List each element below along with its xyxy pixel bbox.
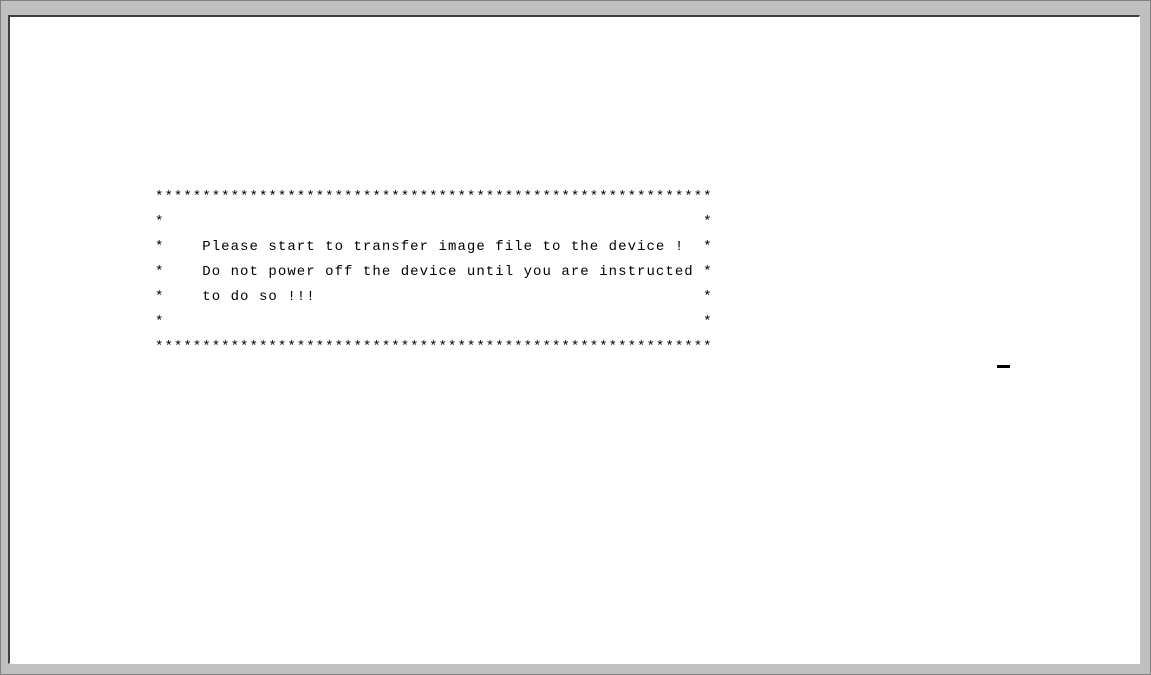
terminal-line: * Please start to transfer image file to…: [155, 239, 713, 255]
terminal-line: * Do not power off the device until you …: [155, 264, 713, 280]
terminal-line: ****************************************…: [155, 339, 713, 355]
terminal-screen[interactable]: ****************************************…: [8, 15, 1140, 664]
terminal-output: ****************************************…: [155, 185, 713, 360]
terminal-line: * *: [155, 314, 713, 330]
text-cursor: [997, 365, 1010, 368]
terminal-line: * to do so !!! *: [155, 289, 713, 305]
terminal-line: ****************************************…: [155, 189, 713, 205]
terminal-window: ****************************************…: [0, 0, 1151, 675]
terminal-line: * *: [155, 214, 713, 230]
